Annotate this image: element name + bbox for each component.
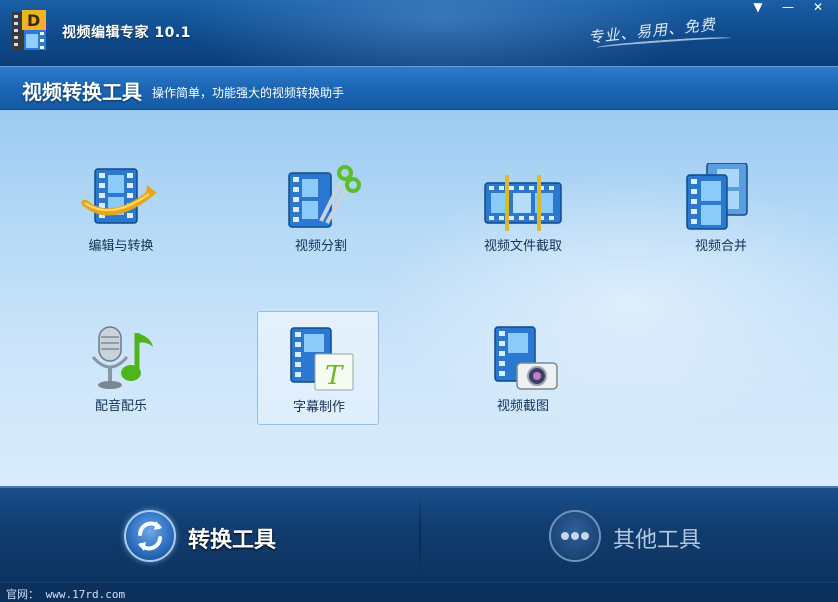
other-tools-tab[interactable]: 其他工具 (421, 488, 838, 584)
tool-label: 视频分割 (294, 239, 347, 254)
tool-label: 视频合并 (694, 239, 747, 254)
svg-text:T: T (325, 361, 344, 391)
refresh-icon (124, 510, 176, 562)
tool-grid: 编辑与转换 视频分割 视频文件截取 视频合并 配音配乐 T 字幕制作 视频截图 (0, 110, 838, 486)
film-arc-icon (81, 168, 157, 224)
section-subtitle: 操作简单，功能强大的视频转换助手 (152, 86, 345, 100)
other-tools-label: 其他工具 (613, 528, 702, 553)
tool-label: 视频截图 (496, 399, 549, 414)
tool-merge[interactable]: 视频合并 (659, 150, 781, 264)
svg-text:D: D (27, 11, 40, 30)
menu-dropdown-button[interactable]: ▼ (746, 0, 770, 16)
status-bar: 官网： www.17rd.com (0, 582, 838, 602)
film-trim-icon (484, 175, 562, 231)
title-bar: D 视频编辑专家 10.1 专业、易用、免费 ▼ — ✕ (0, 0, 838, 66)
convert-tools-tab[interactable]: 转换工具 (0, 488, 419, 584)
tool-subtitle[interactable]: T 字幕制作 (257, 311, 379, 425)
section-title: 视频转换工具 (22, 80, 142, 104)
microphone-music-icon (91, 326, 153, 389)
app-title: 视频编辑专家 10.1 (62, 25, 191, 41)
tool-label: 视频文件截取 (483, 239, 562, 254)
more-dots-icon (549, 510, 601, 562)
tool-split[interactable]: 视频分割 (259, 150, 381, 264)
film-subtitle-icon: T (290, 327, 354, 391)
film-merge-icon (686, 163, 748, 230)
tool-edit-convert[interactable]: 编辑与转换 (59, 150, 181, 264)
minimize-button[interactable]: — (776, 0, 800, 16)
tool-label: 配音配乐 (94, 399, 147, 414)
website-link[interactable]: 官网： www.17rd.com (6, 586, 125, 602)
tool-dub-music[interactable]: 配音配乐 (59, 310, 181, 424)
app-logo-icon: D (12, 10, 46, 50)
bottom-nav: 转换工具 其他工具 (0, 486, 838, 582)
section-header: 视频转换工具 操作简单，功能强大的视频转换助手 (0, 66, 838, 110)
film-scissors-icon (288, 165, 361, 228)
convert-tools-label: 转换工具 (188, 528, 277, 553)
tool-screenshot[interactable]: 视频截图 (461, 310, 583, 424)
tool-trim[interactable]: 视频文件截取 (461, 150, 583, 264)
tool-label: 字幕制作 (292, 400, 345, 415)
film-camera-icon (494, 326, 558, 390)
tool-label: 编辑与转换 (88, 239, 154, 254)
close-button[interactable]: ✕ (806, 0, 830, 16)
